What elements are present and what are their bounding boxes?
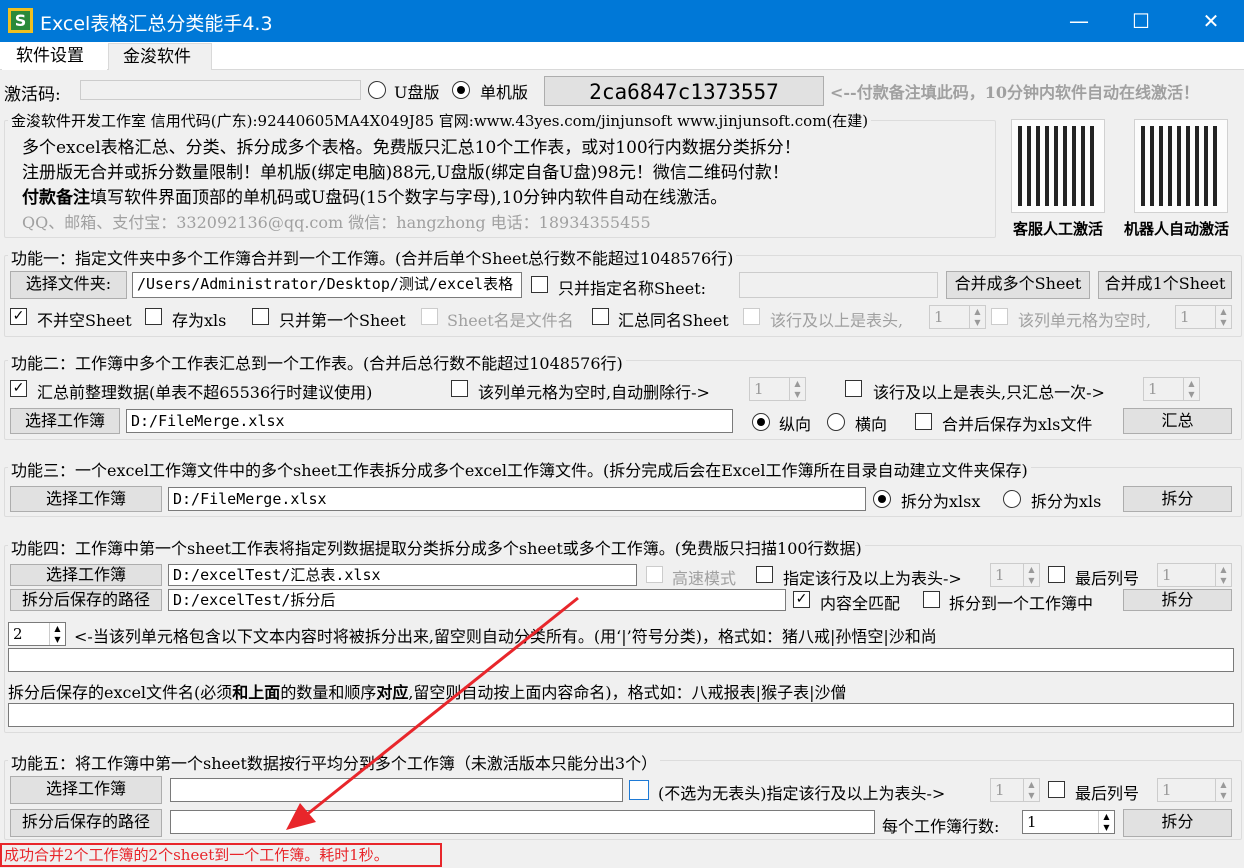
annotation-arrow-icon	[286, 596, 579, 830]
